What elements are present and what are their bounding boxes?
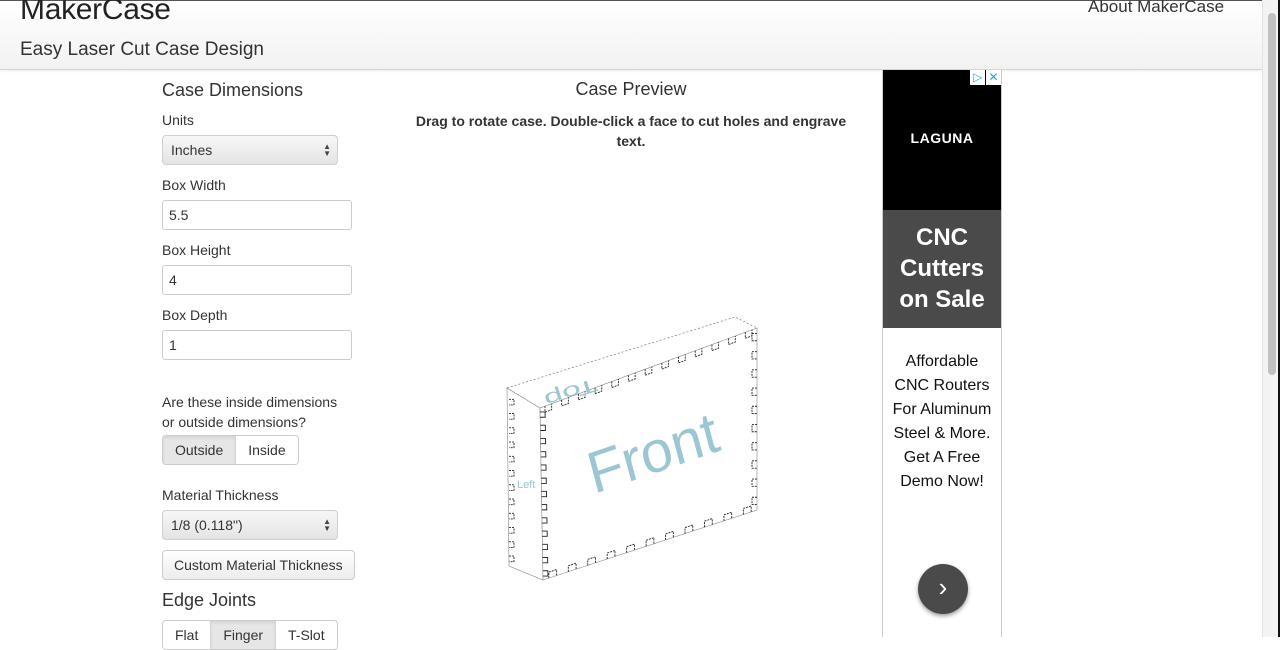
tagline: Easy Laser Cut Case Design xyxy=(20,39,264,60)
box-height-input[interactable] xyxy=(162,265,352,295)
custom-material-thickness-button[interactable]: Custom Material Thickness xyxy=(162,550,355,580)
case-3d-render[interactable]: Front Top Left xyxy=(490,300,780,590)
ad-headline-area[interactable]: CNC Cutters on Sale xyxy=(883,210,1001,328)
ad-cta-button[interactable]: › xyxy=(918,564,968,614)
scrollbar-thumb[interactable] xyxy=(1268,13,1276,375)
box-depth-label: Box Depth xyxy=(162,307,228,323)
ad-close-icon[interactable]: ✕ xyxy=(986,70,1001,85)
select-arrows-icon: ▲ ▼ xyxy=(323,517,331,533)
case-preview-title: Case Preview xyxy=(575,79,687,99)
section-title-case-dimensions: Case Dimensions xyxy=(162,80,304,100)
box-height-label: Box Height xyxy=(162,242,231,258)
inside-button[interactable]: Inside xyxy=(236,436,298,464)
ad-headline: CNC Cutters on Sale xyxy=(899,224,985,313)
ad-logo-area[interactable]: LAGUNA xyxy=(883,70,1001,210)
units-label: Units xyxy=(162,112,194,128)
ad-body-text: Affordable CNC Routers For Aluminum Stee… xyxy=(892,353,992,490)
case-preview-canvas[interactable]: Front Top Left xyxy=(490,300,780,590)
page-scrollbar[interactable] xyxy=(1262,0,1280,637)
site-header: MakerCase Easy Laser Cut Case Design Abo… xyxy=(0,0,1262,70)
about-link[interactable]: About MakerCase xyxy=(1088,0,1224,17)
box-width-input[interactable] xyxy=(162,200,352,230)
outside-button[interactable]: Outside xyxy=(163,436,237,464)
section-title-edge-joints: Edge Joints xyxy=(162,590,257,610)
adchoices-icon[interactable]: ▷ xyxy=(970,70,985,85)
finger-joint-button[interactable]: Finger xyxy=(211,621,277,649)
dimension-type-toggle: Outside Inside xyxy=(162,435,299,465)
advertisement[interactable]: LAGUNA ▷ ✕ CNC Cutters on Sale Affordabl… xyxy=(882,70,1002,637)
material-thickness-value: 1/8 (0.118") xyxy=(171,517,243,533)
material-thickness-label: Material Thickness xyxy=(162,487,279,503)
units-value: Inches xyxy=(171,142,213,158)
tslot-joint-button[interactable]: T-Slot xyxy=(276,621,337,649)
box-width-label: Box Width xyxy=(162,177,226,193)
flat-joint-button[interactable]: Flat xyxy=(163,621,212,649)
case-preview-instructions: Drag to rotate case. Double-click a face… xyxy=(415,113,847,149)
box-depth-input[interactable] xyxy=(162,330,352,360)
left-face-label: Left xyxy=(517,479,535,491)
units-select[interactable]: Inches ▲ ▼ xyxy=(162,135,338,165)
brand-title[interactable]: MakerCase xyxy=(20,0,171,27)
edge-joints-toggle: Flat Finger T-Slot xyxy=(162,620,338,650)
ad-brand-logo: LAGUNA xyxy=(910,130,974,146)
ad-choices: ▷ ✕ xyxy=(969,70,1001,85)
dimension-type-question: Are these inside dimensions or outside d… xyxy=(162,394,338,430)
chevron-right-icon: › xyxy=(938,572,948,602)
material-thickness-select[interactable]: 1/8 (0.118") ▲ ▼ xyxy=(162,510,338,540)
select-arrows-icon: ▲ ▼ xyxy=(323,142,331,158)
